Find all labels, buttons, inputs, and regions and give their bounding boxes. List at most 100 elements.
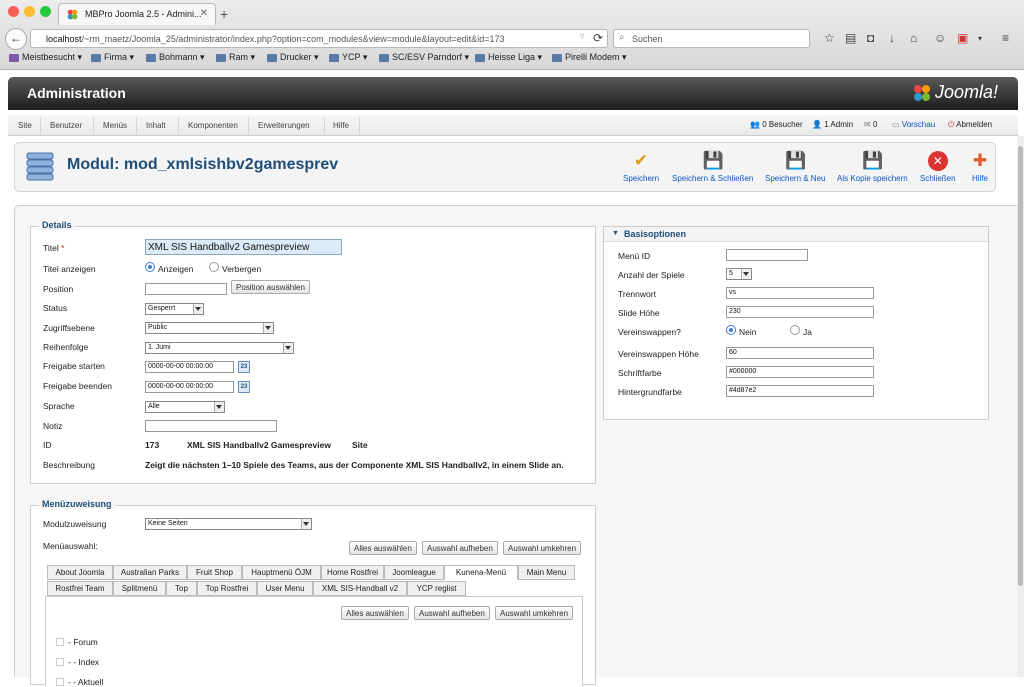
maximize-window-icon[interactable]: [40, 6, 51, 17]
show-title-no-radio[interactable]: [209, 262, 219, 272]
tab-ycp-reglist[interactable]: YCP reglist: [407, 581, 466, 596]
menu-inhalt[interactable]: Inhalt: [146, 121, 166, 130]
bookmark-bohmann[interactable]: Bohmann ▾: [146, 52, 205, 68]
panel-invert-selection-button[interactable]: Auswahl umkehren: [495, 606, 574, 620]
close-tab-icon[interactable]: ✕: [200, 8, 208, 19]
bookmark-ycp[interactable]: YCP ▾: [329, 52, 367, 68]
menu-erweiterungen[interactable]: Erweiterungen: [258, 121, 310, 130]
game-count-select[interactable]: 5: [726, 268, 752, 280]
back-button[interactable]: ←: [5, 28, 27, 50]
bookmark-ram[interactable]: Ram ▾: [216, 52, 255, 68]
tab-home-rostfrei[interactable]: Home Rostfrei: [321, 565, 384, 580]
show-title-yes-radio[interactable]: [145, 262, 155, 272]
preview-link[interactable]: ▭ Vorschau: [892, 120, 935, 129]
menu-id-input[interactable]: [726, 249, 808, 261]
description-label: Beschreibung: [43, 460, 95, 470]
reload-icon[interactable]: ⟳: [593, 31, 603, 45]
bookmark-meistbesucht[interactable]: Meistbesucht ▾: [9, 52, 82, 68]
tab-joomleague[interactable]: Joomleague: [384, 565, 444, 580]
font-color-input[interactable]: #000000: [726, 366, 874, 378]
tab-about-joomla[interactable]: About Joomla: [47, 565, 113, 580]
save-close-button[interactable]: 💾 Speichern & Schließen: [672, 151, 753, 183]
position-input[interactable]: [145, 283, 227, 295]
translate-icon[interactable]: ▣: [957, 31, 968, 45]
menu-item-checkbox[interactable]: [56, 658, 64, 666]
tab-hauptmenue-oejm[interactable]: Hauptmenü ÖJM: [242, 565, 321, 580]
clear-selection-button[interactable]: Auswahl aufheben: [422, 541, 498, 555]
note-input[interactable]: [145, 420, 277, 432]
crest-no-radio[interactable]: [726, 325, 736, 335]
select-all-button[interactable]: Alles auswählen: [349, 541, 417, 555]
tab-australian-parks[interactable]: Australian Parks: [113, 565, 187, 580]
folder-icon: [216, 54, 226, 62]
search-input[interactable]: Suchen: [613, 29, 810, 48]
menu-benutzer[interactable]: Benutzer: [50, 121, 82, 130]
bg-color-input[interactable]: #4d87e2: [726, 385, 874, 397]
bookmark-pirelli-modem[interactable]: Pirelli Modem ▾: [552, 52, 627, 68]
messages-info[interactable]: ✉ 0: [864, 120, 877, 129]
browser-tab[interactable]: MBPro Joomla 2.5 - Admini... ✕: [58, 3, 216, 25]
bookmark-firma[interactable]: Firma ▾: [91, 52, 134, 68]
menu-item-checkbox[interactable]: [56, 678, 64, 686]
menu-item-checkbox[interactable]: [56, 638, 64, 646]
bookmark-sc-esv-parndorf[interactable]: SC/ESV Parndorf ▾: [379, 52, 469, 68]
language-select[interactable]: Alle: [145, 401, 225, 413]
tab-top[interactable]: Top: [166, 581, 197, 596]
scrollbar-thumb[interactable]: [1018, 146, 1023, 586]
tab-top-rostfrei[interactable]: Top Rostfrei: [197, 581, 257, 596]
save-new-button[interactable]: 💾 Speichern & Neu: [765, 151, 825, 183]
pocket-icon[interactable]: ◘: [867, 31, 874, 45]
crest-height-input[interactable]: 60: [726, 347, 874, 359]
logout-link[interactable]: ⏻ Abmelden: [948, 120, 992, 130]
position-select-button[interactable]: Position auswählen: [231, 280, 310, 294]
id-value: 173: [145, 440, 160, 450]
tab-main-menu[interactable]: Main Menu: [518, 565, 575, 580]
new-tab-icon[interactable]: +: [220, 6, 228, 22]
access-select[interactable]: Public: [145, 322, 274, 334]
tab-rostfrei-team[interactable]: Rostfrei Team: [47, 581, 113, 596]
dropdown-history-icon[interactable]: ▿: [580, 31, 585, 42]
menu-menues[interactable]: Menüs: [103, 121, 127, 130]
publish-down-input[interactable]: 0000-00-00 00:00:00: [145, 381, 234, 393]
home-icon[interactable]: ⌂: [910, 31, 917, 45]
chat-icon[interactable]: ☺: [934, 31, 946, 45]
basic-options-header[interactable]: ▼ Basisoptionen: [604, 227, 988, 242]
help-button[interactable]: ✚ Hilfe: [970, 151, 990, 183]
extension-dropdown-icon[interactable]: ▾: [978, 34, 982, 43]
slide-height-input[interactable]: 230: [726, 306, 874, 318]
tab-user-menu[interactable]: User Menu: [257, 581, 313, 596]
separator-word-input[interactable]: vs: [726, 287, 874, 299]
panel-clear-selection-button[interactable]: Auswahl aufheben: [414, 606, 490, 620]
menu-icon[interactable]: ≡: [1002, 31, 1009, 45]
crest-yes-radio[interactable]: [790, 325, 800, 335]
close-window-icon[interactable]: [8, 6, 19, 17]
menu-site[interactable]: Site: [18, 121, 32, 130]
invert-selection-button[interactable]: Auswahl umkehren: [503, 541, 582, 555]
module-assignment-select[interactable]: Keine Seiten: [145, 518, 312, 530]
tab-xml-sis-handball[interactable]: XML SIS-Handball v2: [313, 581, 407, 596]
tab-splitmenue[interactable]: Splitmenü: [113, 581, 166, 596]
minimize-window-icon[interactable]: [24, 6, 35, 17]
bookmark-heisse-liga[interactable]: Heisse Liga ▾: [475, 52, 542, 68]
joomla-logo[interactable]: Joomla!: [913, 82, 998, 103]
tab-fruit-shop[interactable]: Fruit Shop: [187, 565, 242, 580]
calendar-icon[interactable]: 23: [238, 361, 250, 373]
publish-up-input[interactable]: 0000-00-00 00:00:00: [145, 361, 234, 373]
page-scrollbar[interactable]: [1017, 136, 1024, 677]
title-input[interactable]: XML SIS Handballv2 Gamespreview: [145, 239, 342, 255]
url-bar[interactable]: localhost/~rm_maetz/Joomla_25/administra…: [30, 29, 608, 48]
panel-select-all-button[interactable]: Alles auswählen: [341, 606, 409, 620]
save-copy-button[interactable]: 💾 Als Kopie speichern: [837, 151, 908, 183]
bookmark-star-icon[interactable]: ☆: [824, 31, 835, 45]
order-select[interactable]: 1. Jumi: [145, 342, 294, 354]
bookmark-drucker[interactable]: Drucker ▾: [267, 52, 319, 68]
clipboard-icon[interactable]: ▤: [845, 31, 856, 45]
menu-hilfe[interactable]: Hilfe: [333, 121, 349, 130]
tab-kunena-menue[interactable]: Kunena-Menü: [444, 565, 518, 580]
save-button[interactable]: ✔ Speichern: [623, 151, 659, 183]
menu-komponenten[interactable]: Komponenten: [188, 121, 238, 130]
close-button[interactable]: ✕ Schließen: [920, 151, 956, 183]
calendar-icon[interactable]: 23: [238, 381, 250, 393]
download-icon[interactable]: ↓: [889, 31, 895, 45]
status-select[interactable]: Gesperrt: [145, 303, 204, 315]
